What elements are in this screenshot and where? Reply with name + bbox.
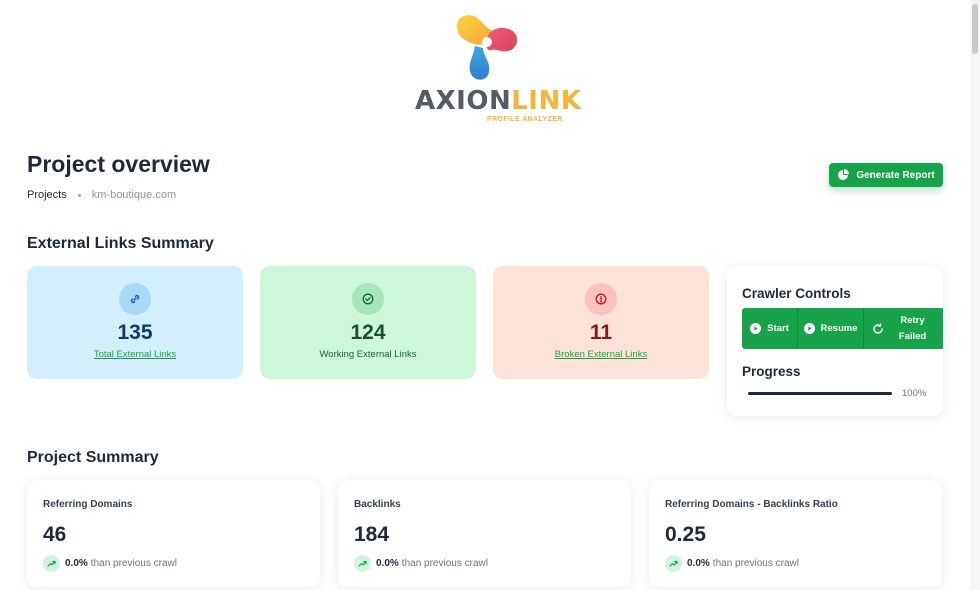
referring-domains-trend: 0.0% than previous crawl bbox=[43, 555, 177, 572]
breadcrumb: Projects km-boutique.com bbox=[27, 189, 176, 201]
referring-domains-label: Referring Domains bbox=[43, 499, 133, 510]
progress-bar bbox=[748, 392, 892, 395]
broken-external-links-card: 11 Broken External Links bbox=[493, 266, 709, 379]
retry-failed-label: Retry Failed bbox=[898, 314, 927, 342]
trending-up-icon bbox=[43, 555, 60, 572]
app-logo: AXIONLINK PROFILE ANALYZER bbox=[415, 12, 582, 124]
working-external-links-label: Working External Links bbox=[319, 349, 417, 360]
progress-bar-fill bbox=[748, 392, 892, 395]
check-circle-icon bbox=[352, 283, 384, 315]
logo-tagline: PROFILE ANALYZER bbox=[487, 116, 563, 123]
resume-label: Resume bbox=[820, 323, 858, 334]
trending-up-icon bbox=[354, 555, 371, 572]
backlinks-value: 184 bbox=[354, 523, 390, 546]
link-icon bbox=[119, 283, 151, 315]
start-label: Start bbox=[767, 323, 789, 334]
progress-percent: 100% bbox=[902, 388, 927, 399]
referring-domains-value: 46 bbox=[43, 523, 67, 546]
broken-external-links-value: 11 bbox=[589, 321, 613, 344]
working-external-links-card: 124 Working External Links bbox=[260, 266, 476, 379]
alert-circle-icon bbox=[585, 283, 617, 315]
ratio-trend: 0.0% than previous crawl bbox=[665, 555, 799, 572]
breadcrumb-projects-link[interactable]: Projects bbox=[27, 189, 67, 201]
crawler-controls-title: Crawler Controls bbox=[742, 286, 851, 301]
logo-wordmark: AXIONLINK bbox=[415, 86, 582, 116]
page-scrollbar[interactable] bbox=[970, 0, 980, 590]
broken-external-links-link[interactable]: Broken External Links bbox=[555, 349, 647, 360]
ratio-value: 0.25 bbox=[665, 523, 706, 546]
breadcrumb-current: km-boutique.com bbox=[91, 189, 177, 201]
pie-chart-icon bbox=[838, 169, 850, 180]
trending-up-icon bbox=[665, 555, 682, 572]
total-external-links-link[interactable]: Total External Links bbox=[94, 349, 176, 360]
crawler-controls-panel: Crawler Controls Start Resume Retry Fail… bbox=[727, 266, 943, 416]
refresh-icon bbox=[872, 322, 883, 334]
total-external-links-card: 135 Total External Links bbox=[27, 266, 243, 379]
breadcrumb-separator bbox=[77, 193, 81, 197]
working-external-links-value: 124 bbox=[350, 321, 386, 344]
total-external-links-value: 135 bbox=[117, 321, 153, 344]
generate-report-label: Generate Report bbox=[856, 169, 935, 181]
backlinks-card: Backlinks 184 0.0% than previous crawl bbox=[338, 480, 631, 587]
scrollbar-thumb[interactable] bbox=[972, 4, 978, 54]
resume-button[interactable]: Resume bbox=[798, 308, 864, 349]
backlinks-label: Backlinks bbox=[354, 499, 401, 510]
resume-icon bbox=[803, 323, 815, 334]
page-title: Project overview bbox=[27, 151, 210, 177]
retry-failed-button[interactable]: Retry Failed bbox=[864, 308, 943, 349]
progress-title: Progress bbox=[742, 364, 801, 379]
ratio-label: Referring Domains - Backlinks Ratio bbox=[665, 499, 838, 510]
crawler-button-group: Start Resume Retry Failed bbox=[742, 308, 943, 349]
referring-domains-card: Referring Domains 46 0.0% than previous … bbox=[27, 480, 320, 587]
logo-mark-icon bbox=[457, 15, 517, 80]
backlinks-trend: 0.0% than previous crawl bbox=[354, 555, 488, 572]
ratio-card: Referring Domains - Backlinks Ratio 0.25… bbox=[649, 480, 942, 587]
external-links-title: External Links Summary bbox=[27, 235, 214, 252]
project-summary-title: Project Summary bbox=[27, 449, 159, 466]
start-button[interactable]: Start bbox=[742, 308, 798, 349]
generate-report-button[interactable]: Generate Report bbox=[829, 163, 943, 187]
play-icon bbox=[750, 323, 762, 334]
